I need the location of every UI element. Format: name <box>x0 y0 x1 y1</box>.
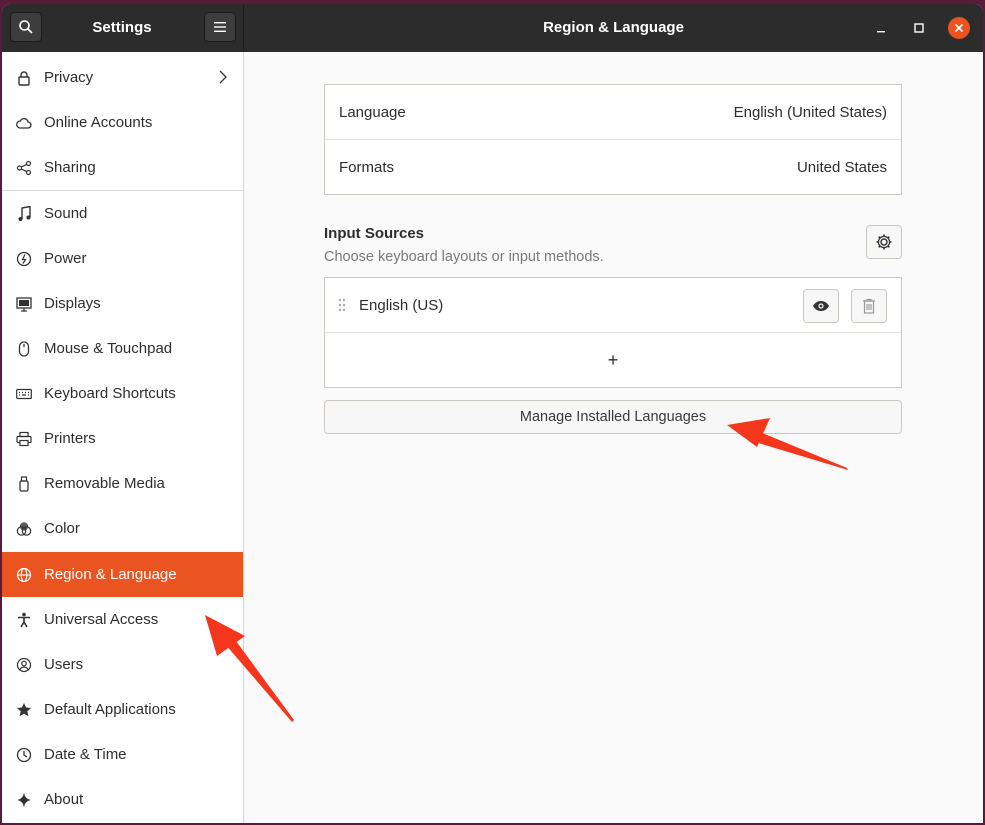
annotation-arrow-region <box>205 615 294 722</box>
annotation-arrows <box>205 418 848 722</box>
annotation-arrow-manage <box>727 418 848 470</box>
